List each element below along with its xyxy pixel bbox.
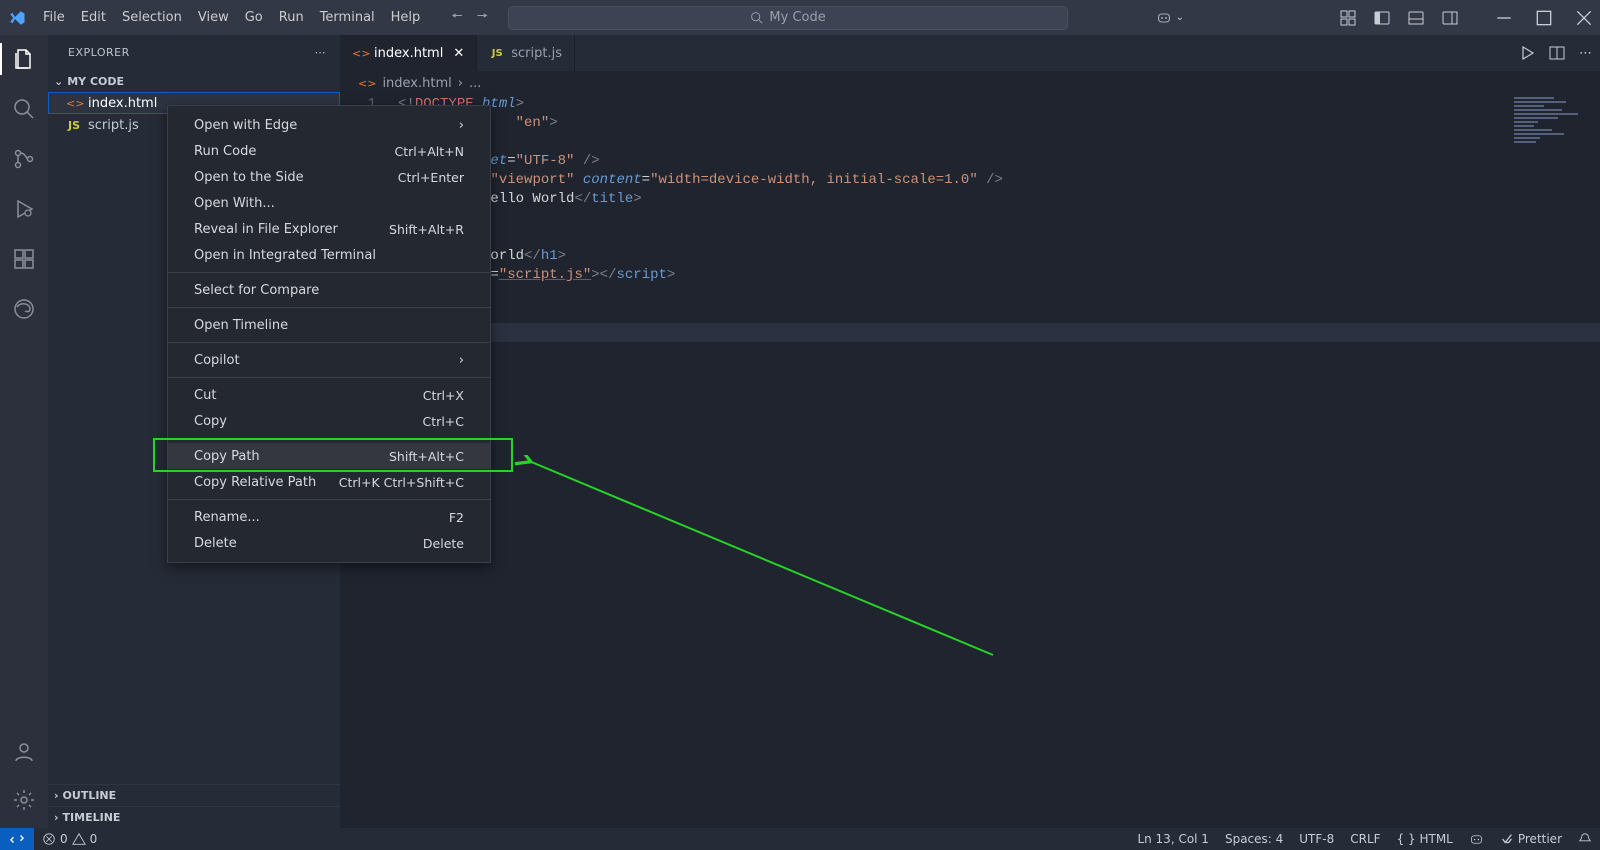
activity-settings-icon[interactable] — [10, 786, 38, 814]
activity-search-icon[interactable] — [10, 95, 38, 123]
menu-terminal[interactable]: Terminal — [313, 6, 382, 29]
run-icon[interactable] — [1519, 45, 1535, 61]
status-bar: 0 0 Ln 13, Col 1 Spaces: 4 UTF-8 CRLF { … — [0, 828, 1600, 850]
minimize-icon[interactable] — [1496, 10, 1512, 26]
activity-account-icon[interactable] — [10, 738, 38, 766]
remote-indicator[interactable] — [0, 828, 34, 850]
annotation-arrow — [513, 455, 1003, 665]
close-tab-icon[interactable]: ✕ — [453, 46, 464, 61]
status-cursor[interactable]: Ln 13, Col 1 — [1129, 832, 1217, 846]
tab-indexhtml[interactable]: <> index.html ✕ — [340, 35, 477, 71]
panel-left-icon[interactable] — [1374, 10, 1390, 26]
nav-back-icon[interactable]: 🠔 — [451, 7, 462, 29]
context-item-copy-relative-path[interactable]: Copy Relative PathCtrl+K Ctrl+Shift+C — [168, 469, 490, 495]
context-item-copilot[interactable]: Copilot› — [168, 347, 490, 373]
menu-run[interactable]: Run — [272, 6, 311, 29]
vscode-logo-icon — [8, 9, 26, 27]
nav-forward-icon[interactable]: 🠖 — [477, 7, 488, 29]
command-center-label: My Code — [769, 10, 825, 25]
status-copilot-icon[interactable] — [1461, 832, 1492, 847]
panel-right-icon[interactable] — [1442, 10, 1458, 26]
status-notifications-icon[interactable] — [1570, 832, 1600, 846]
menu-edit[interactable]: Edit — [74, 6, 113, 29]
html-file-icon: <> — [358, 77, 376, 90]
context-item-run-code[interactable]: Run CodeCtrl+Alt+N — [168, 138, 490, 164]
menu-go[interactable]: Go — [238, 6, 270, 29]
js-file-icon: JS — [66, 119, 82, 132]
menu-file[interactable]: File — [36, 6, 72, 29]
file-name: script.js — [88, 118, 139, 133]
html-file-icon: <> — [352, 47, 368, 60]
context-item-copy[interactable]: CopyCtrl+C — [168, 408, 490, 434]
project-name: MY CODE — [67, 75, 124, 88]
status-prettier[interactable]: Prettier — [1492, 832, 1570, 846]
status-encoding[interactable]: UTF-8 — [1291, 832, 1342, 846]
activity-scm-icon[interactable] — [10, 145, 38, 173]
context-item-open-with-[interactable]: Open With... — [168, 190, 490, 216]
context-item-open-with-edge[interactable]: Open with Edge› — [168, 112, 490, 138]
status-spaces[interactable]: Spaces: 4 — [1217, 832, 1291, 846]
context-item-delete[interactable]: DeleteDelete — [168, 530, 490, 556]
html-file-icon: <> — [66, 97, 82, 110]
status-language[interactable]: { } HTML — [1389, 832, 1461, 846]
editor-group: <> index.html ✕ JS script.js ⋯ <> index.… — [340, 35, 1600, 828]
explorer-more-icon[interactable]: ⋯ — [315, 46, 327, 59]
tab-scriptjs[interactable]: JS script.js — [477, 35, 575, 71]
layout-customize-icon[interactable] — [1340, 10, 1356, 26]
chevron-right-icon: › — [54, 811, 59, 824]
close-window-icon[interactable] — [1576, 10, 1592, 26]
activity-bar — [0, 35, 48, 828]
chevron-right-icon: › — [54, 789, 59, 802]
project-header[interactable]: ⌄ MY CODE — [48, 70, 340, 92]
menu-help[interactable]: Help — [384, 6, 428, 29]
minimap[interactable] — [1514, 97, 1586, 145]
context-item-cut[interactable]: CutCtrl+X — [168, 382, 490, 408]
activity-debug-icon[interactable] — [10, 195, 38, 223]
tab-bar: <> index.html ✕ JS script.js ⋯ — [340, 35, 1600, 71]
status-eol[interactable]: CRLF — [1342, 832, 1388, 846]
context-item-copy-path[interactable]: Copy PathShift+Alt+C — [168, 443, 490, 469]
context-item-reveal-in-file-explorer[interactable]: Reveal in File ExplorerShift+Alt+R — [168, 216, 490, 242]
activity-explorer-icon[interactable] — [10, 45, 38, 73]
maximize-icon[interactable] — [1536, 10, 1552, 26]
file-context-menu: Open with Edge›Run CodeCtrl+Alt+NOpen to… — [167, 105, 491, 563]
panel-bottom-icon[interactable] — [1408, 10, 1424, 26]
file-name: index.html — [88, 96, 157, 111]
context-item-open-to-the-side[interactable]: Open to the SideCtrl+Enter — [168, 164, 490, 190]
chevron-down-icon: ⌄ — [54, 75, 63, 88]
search-icon — [750, 11, 763, 24]
editor-more-icon[interactable]: ⋯ — [1579, 46, 1592, 61]
outline-section[interactable]: › OUTLINE — [48, 784, 340, 806]
menu-selection[interactable]: Selection — [115, 6, 189, 29]
context-item-open-in-integrated-terminal[interactable]: Open in Integrated Terminal — [168, 242, 490, 268]
context-item-open-timeline[interactable]: Open Timeline — [168, 312, 490, 338]
command-center[interactable]: My Code — [508, 6, 1068, 30]
menu-view[interactable]: View — [191, 6, 236, 29]
status-problems[interactable]: 0 0 — [34, 832, 105, 846]
activity-extensions-icon[interactable] — [10, 245, 38, 273]
chevron-down-icon[interactable]: ⌄ — [1176, 12, 1184, 23]
title-bar: File Edit Selection View Go Run Terminal… — [0, 0, 1600, 35]
activity-edge-icon[interactable] — [10, 295, 38, 323]
split-editor-icon[interactable] — [1549, 45, 1565, 61]
context-item-rename-[interactable]: Rename...F2 — [168, 504, 490, 530]
js-file-icon: JS — [489, 48, 505, 59]
explorer-title: EXPLORER — [68, 46, 130, 59]
copilot-icon[interactable] — [1156, 10, 1172, 26]
context-item-select-for-compare[interactable]: Select for Compare — [168, 277, 490, 303]
breadcrumbs[interactable]: <> index.html › ... — [340, 71, 1600, 95]
timeline-section[interactable]: › TIMELINE — [48, 806, 340, 828]
menu-bar: File Edit Selection View Go Run Terminal… — [36, 6, 427, 29]
